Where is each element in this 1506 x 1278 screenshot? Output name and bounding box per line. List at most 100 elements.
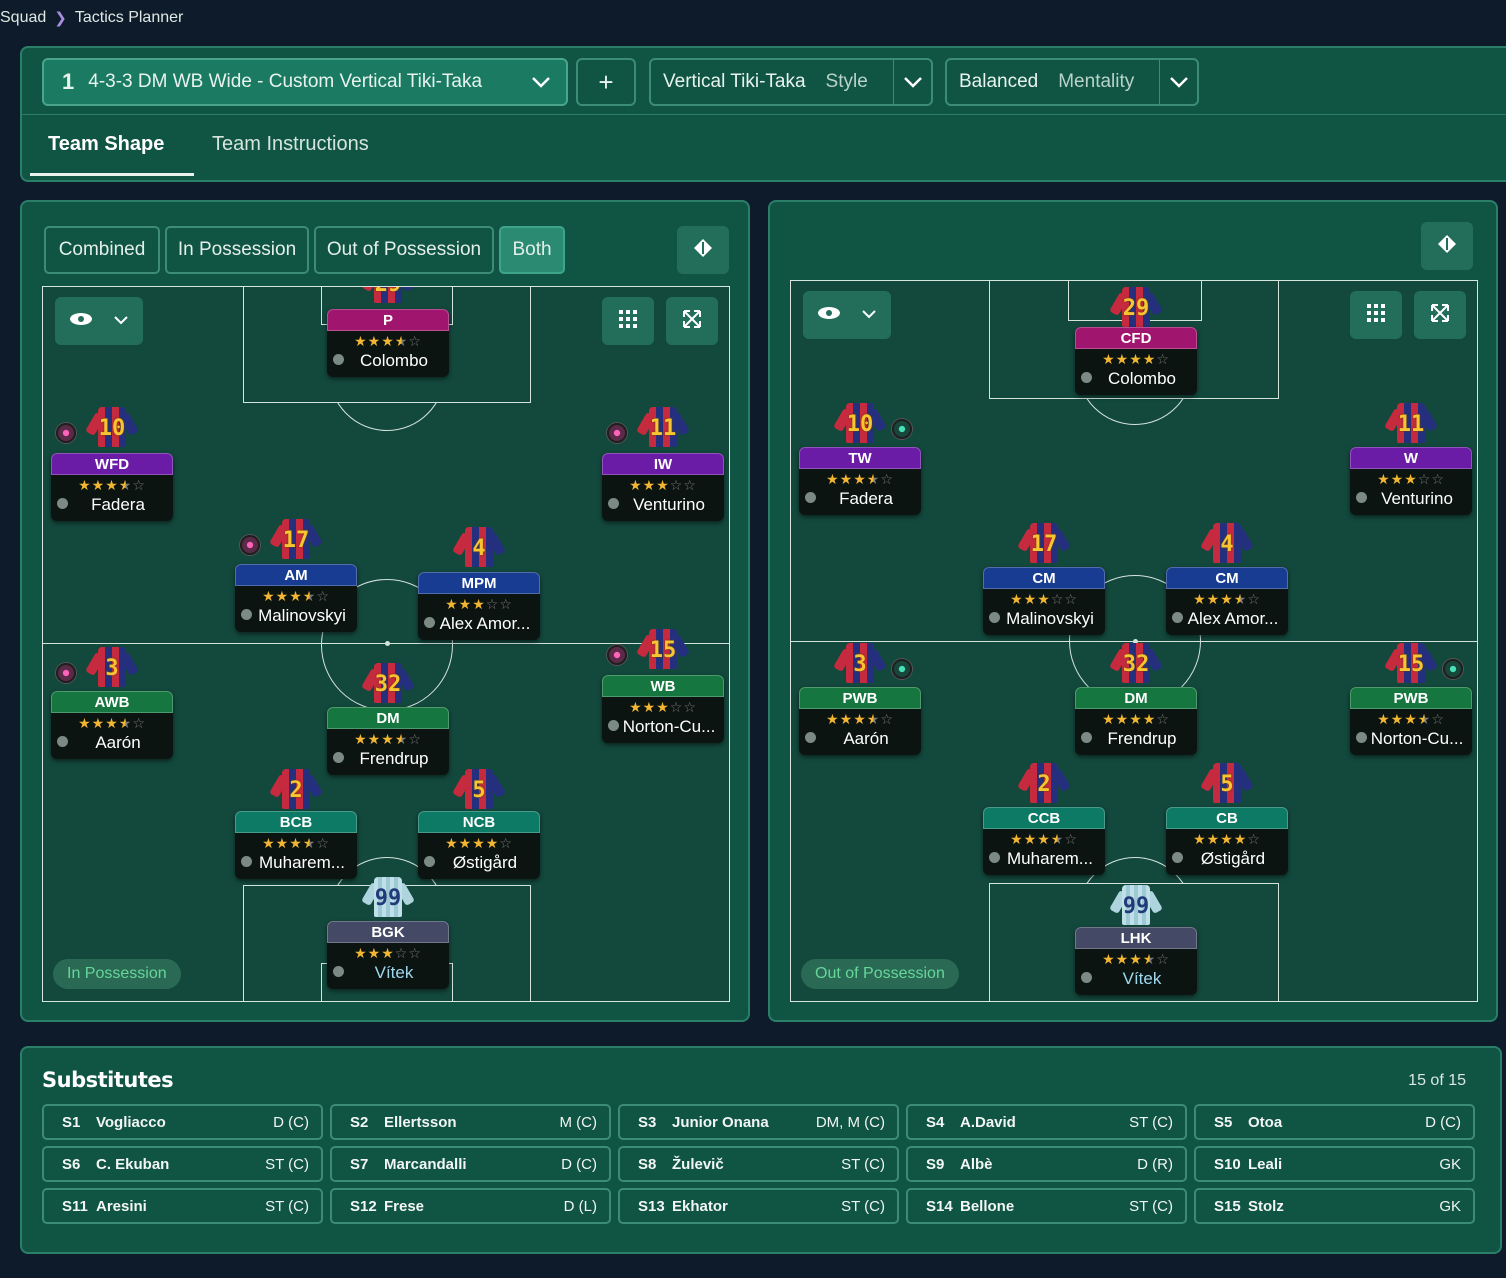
star-rating: ★★★★☆	[1102, 711, 1170, 727]
shirt-icon: 29	[1109, 287, 1163, 327]
shirt-number: 17	[282, 528, 310, 553]
substitute-name: Albè	[960, 1155, 993, 1173]
substitute-position: GK	[1439, 1197, 1461, 1215]
substitute-item[interactable]: S10 Leali GK	[1194, 1146, 1475, 1182]
defensive-focus-icon[interactable]	[892, 419, 912, 439]
swap-view-button[interactable]	[677, 226, 729, 274]
shirt-number: 4	[472, 536, 486, 561]
player-card[interactable]: DM ★★★★☆ Frendrup	[1075, 687, 1197, 755]
substitute-item[interactable]: S13 Ekhator ST (C)	[618, 1188, 899, 1224]
breadcrumb-squad[interactable]: Squad	[0, 9, 46, 27]
add-tactic-button[interactable]: +	[576, 58, 636, 106]
player-card[interactable]: CCB ★★★★☆ Muharem...	[983, 807, 1105, 875]
substitute-item[interactable]: S6 C. Ekuban ST (C)	[42, 1146, 323, 1182]
star-rating: ★★★★☆	[1377, 711, 1445, 727]
tab-bar: Team Shape Team Instructions	[22, 114, 1506, 182]
substitute-item[interactable]: S3 Junior Onana DM, M (C)	[618, 1104, 899, 1140]
player-card[interactable]: CB ★★★★☆ Østigård	[1166, 807, 1288, 875]
player-card[interactable]: AWB ★★★★☆ Aarón	[51, 691, 173, 759]
player-card[interactable]: NCB ★★★★☆ Østigård	[418, 811, 540, 879]
phase-label: In Possession	[53, 959, 181, 989]
shirt-number: 11	[1397, 412, 1425, 437]
substitute-item[interactable]: S5 Otoa D (C)	[1194, 1104, 1475, 1140]
segment-in-possession[interactable]: In Possession	[165, 226, 309, 274]
attacking-focus-icon[interactable]	[240, 535, 260, 555]
player-card[interactable]: CM ★★★★☆ Alex Amor...	[1166, 567, 1288, 635]
player-card[interactable]: LHK ★★★★☆ Vítek	[1075, 927, 1197, 995]
player-card[interactable]: MPM ★★★☆☆ Alex Amor...	[418, 572, 540, 640]
defensive-focus-icon[interactable]	[1443, 659, 1463, 679]
tab-team-shape[interactable]: Team Shape	[48, 133, 164, 156]
substitute-item[interactable]: S11 Aresini ST (C)	[42, 1188, 323, 1224]
segment-out-of-possession[interactable]: Out of Possession	[314, 226, 494, 274]
chevron-down-icon	[893, 60, 931, 104]
player-role: PWB	[799, 687, 921, 709]
substitute-name: Marcandalli	[384, 1155, 467, 1173]
substitute-slot: S3	[638, 1113, 657, 1131]
player-card[interactable]: DM ★★★★☆ Frendrup	[327, 707, 449, 775]
substitute-item[interactable]: S15 Stolz GK	[1194, 1188, 1475, 1224]
player-role: BCB	[235, 811, 357, 833]
substitute-item[interactable]: S4 A.David ST (C)	[906, 1104, 1187, 1140]
player-card[interactable]: P ★★★★☆ Colombo	[327, 309, 449, 377]
grid-toggle-button[interactable]	[602, 297, 654, 345]
player-role: P	[327, 309, 449, 331]
attacking-focus-icon[interactable]	[56, 663, 76, 683]
star-rating: ★★★★☆	[78, 715, 146, 731]
player-card[interactable]: CM ★★★☆☆ Malinovskyi	[983, 567, 1105, 635]
star-rating: ★★★★☆	[354, 333, 422, 349]
substitute-position: GK	[1439, 1155, 1461, 1173]
substitute-item[interactable]: S9 Albè D (R)	[906, 1146, 1187, 1182]
player-card[interactable]: PWB ★★★★☆ Norton-Cu...	[1350, 687, 1472, 755]
player-card[interactable]: AM ★★★★☆ Malinovskyi	[235, 564, 357, 632]
player-card[interactable]: IW ★★★☆☆ Venturino	[602, 453, 724, 521]
substitute-item[interactable]: S8 Žulevič ST (C)	[618, 1146, 899, 1182]
player-name: Alex Amor...	[1166, 608, 1288, 630]
player-name: Østigård	[1166, 848, 1288, 870]
substitute-slot: S5	[1214, 1113, 1233, 1131]
shirt-icon: 10	[85, 407, 139, 447]
pitch-out-of-possession: Out of Possession 29 CFD ★★★★☆ Colombo 10 TW ★…	[790, 280, 1478, 1002]
substitute-item[interactable]: S12 Frese D (L)	[330, 1188, 611, 1224]
shirt-number: 29	[366, 287, 410, 297]
substitute-slot: S11	[62, 1197, 88, 1215]
player-card[interactable]: WFD ★★★★☆ Fadera	[51, 453, 173, 521]
expand-button[interactable]	[1414, 291, 1466, 339]
attacking-focus-icon[interactable]	[56, 423, 76, 443]
style-select[interactable]: Vertical Tiki-Taka Style	[649, 58, 933, 106]
segment-combined[interactable]: Combined	[44, 226, 160, 274]
tab-team-instructions[interactable]: Team Instructions	[212, 133, 369, 156]
substitute-item[interactable]: S7 Marcandalli D (C)	[330, 1146, 611, 1182]
grid-toggle-button[interactable]	[1350, 291, 1402, 339]
player-card[interactable]: W ★★★☆☆ Venturino	[1350, 447, 1472, 515]
phase-label: Out of Possession	[801, 959, 959, 989]
visibility-toggle[interactable]	[803, 291, 891, 339]
substitute-item[interactable]: S1 Vogliacco D (C)	[42, 1104, 323, 1140]
chevron-down-icon	[522, 60, 560, 104]
attacking-focus-icon[interactable]	[607, 423, 627, 443]
substitute-position: D (C)	[273, 1113, 309, 1131]
player-card[interactable]: PWB ★★★★☆ Aarón	[799, 687, 921, 755]
substitute-item[interactable]: S2 Ellertsson M (C)	[330, 1104, 611, 1140]
mentality-select[interactable]: Balanced Mentality	[945, 58, 1199, 106]
substitutes-count: 15 of 15	[1408, 1072, 1466, 1089]
mentality-label: Mentality	[1058, 71, 1135, 92]
shirt-icon: 99	[1109, 885, 1163, 925]
segment-both[interactable]: Both	[499, 226, 565, 274]
visibility-toggle[interactable]	[55, 297, 143, 345]
player-card[interactable]: TW ★★★★☆ Fadera	[799, 447, 921, 515]
player-name: Colombo	[1075, 368, 1197, 390]
expand-button[interactable]	[666, 297, 718, 345]
substitute-slot: S8	[638, 1155, 657, 1173]
tactic-select[interactable]: 1 4-3-3 DM WB Wide - Custom Vertical Tik…	[42, 58, 568, 106]
player-card[interactable]: CFD ★★★★☆ Colombo	[1075, 327, 1197, 395]
attacking-focus-icon[interactable]	[607, 645, 627, 665]
player-card[interactable]: BGK ★★★☆☆ Vítek	[327, 921, 449, 989]
player-card[interactable]: BCB ★★★★☆ Muharem...	[235, 811, 357, 879]
star-rating: ★★★★☆	[262, 835, 330, 851]
swap-view-button[interactable]	[1421, 222, 1473, 270]
substitute-item[interactable]: S14 Bellone ST (C)	[906, 1188, 1187, 1224]
star-rating: ★★★★☆	[1102, 351, 1170, 367]
defensive-focus-icon[interactable]	[892, 659, 912, 679]
player-card[interactable]: WB ★★★☆☆ Norton-Cu...	[602, 675, 724, 743]
